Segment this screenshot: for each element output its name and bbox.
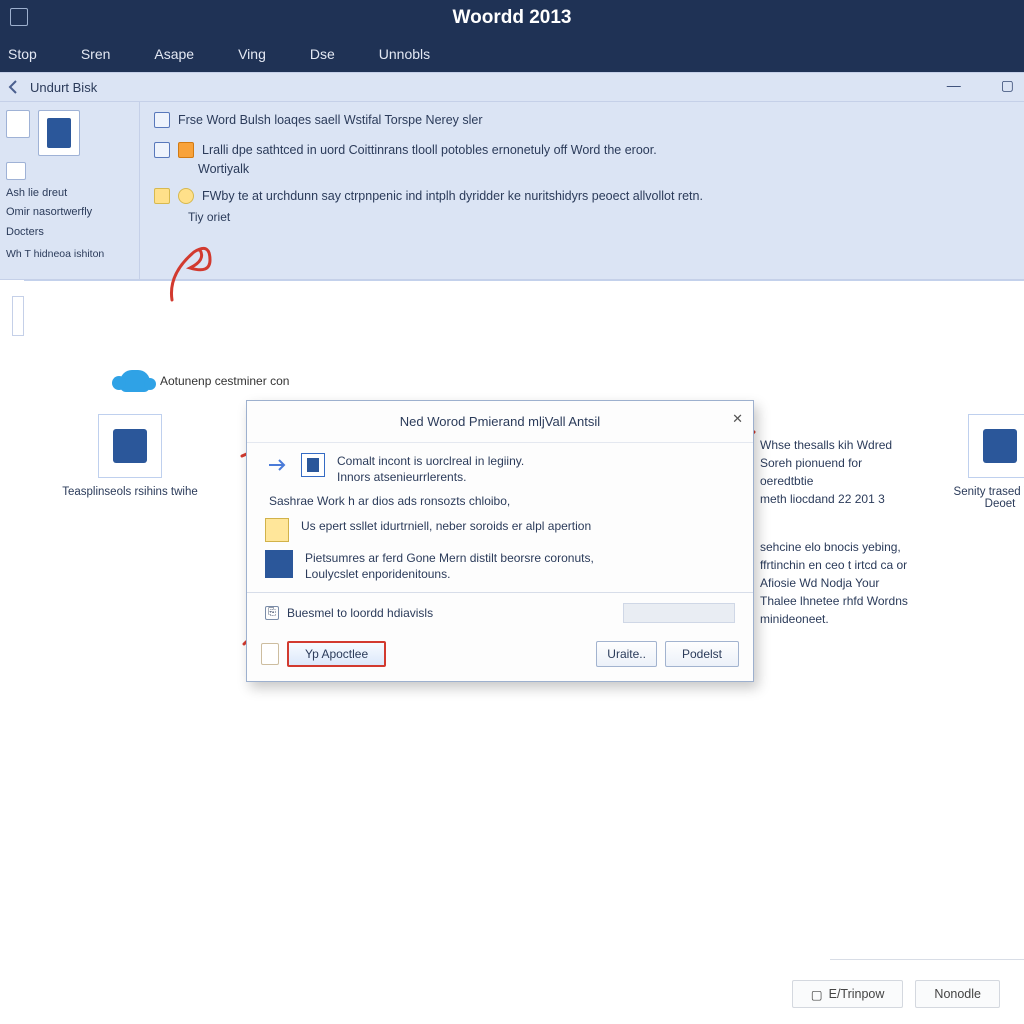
doc-icon[interactable] (6, 110, 30, 138)
menu-item[interactable]: Asape (154, 46, 194, 62)
dialog-title: Ned Worod Pmierand mljVall Antsil (400, 414, 600, 429)
dialog-text: Pietsumres ar ferd Gone Mern distilt beo… (305, 550, 594, 566)
info-text: Lralli dpe sathtced in uord Coittinrans … (202, 143, 657, 157)
sub-title-row: Undurt Bisk — ▢ (0, 72, 1024, 102)
cloud-account[interactable]: Aotunenp cestminer con (120, 370, 289, 392)
dialog-text: Loulycslet enporidenitouns. (305, 566, 594, 582)
building-icon (265, 550, 293, 578)
button-label: E/Trinpow (829, 987, 885, 1001)
template-thumb (98, 414, 162, 478)
qat-icon[interactable] (10, 8, 28, 26)
ribbon-label: Omir nasortwerfly (6, 205, 133, 220)
page-icon (261, 643, 279, 665)
quick-access-toolbar (10, 8, 28, 32)
title-bar: Woordd 2013 (0, 0, 1024, 36)
close-icon[interactable]: ✕ (732, 411, 743, 427)
desc-line: sehcine elo bnocis yebing, (760, 538, 916, 556)
small-icon[interactable] (6, 162, 26, 180)
remember-checkbox[interactable]: ⎘ Buesmel to loordd hdiavisls (265, 606, 433, 620)
desc-line: minideoneet. (760, 610, 916, 628)
install-dialog: Ned Worod Pmierand mljVall Antsil ✕ Coma… (246, 400, 754, 682)
button-label: Nonodle (934, 987, 981, 1001)
menu-item[interactable]: Unnobls (379, 46, 430, 62)
status-button[interactable]: ▢E/Trinpow (792, 980, 904, 1008)
ribbon-label[interactable]: Docters (6, 226, 133, 238)
checkbox-icon: ⎘ (265, 606, 279, 620)
back-icon[interactable] (4, 77, 24, 97)
menu-bar: Stop Sren Asape Ving Dse Unnobls (0, 36, 1024, 72)
info-subtext: Wortiyalk (198, 162, 249, 176)
sub-title: Undurt Bisk (30, 80, 97, 95)
info-text: FWby te at urchdunn say ctrpnpenic ind i… (202, 189, 703, 203)
dialog-title-bar: Ned Worod Pmierand mljVall Antsil ✕ (247, 401, 753, 443)
annotation-pointer (166, 244, 218, 306)
ribbon-label: Ash lie dreut (6, 186, 133, 201)
app-title: Woordd 2013 (453, 7, 572, 29)
template-icon[interactable] (38, 110, 80, 156)
template-caption: Senity trased Was (930, 486, 1024, 498)
grid-icon (154, 142, 170, 158)
desc-line: Thalee lhnetee rhfd Wordns (760, 592, 916, 610)
button-label: Podelst (682, 647, 722, 661)
warn-icon (178, 142, 194, 158)
vertical-ruler (12, 296, 24, 336)
cloud-icon (120, 370, 150, 392)
menu-item[interactable]: Ving (238, 46, 266, 62)
maximize-icon[interactable]: ▢ (1001, 77, 1014, 94)
minimize-icon[interactable]: — (947, 77, 961, 94)
ribbon-info: Frse Word Bulsh loaqes saell Wstifal Tor… (140, 102, 1024, 279)
accept-button[interactable]: Yp Apoctlee (287, 641, 386, 667)
desc-line: Afiosie Wd Nodja Your (760, 574, 916, 592)
note-icon (265, 518, 289, 542)
dialog-text: Us epert ssllet idurtrniell, neber soroi… (301, 518, 591, 534)
arrow-icon (265, 453, 289, 477)
template-card[interactable]: Teasplinseols rsihins twihe (60, 414, 200, 498)
desc-line: ffrtinchin en ceo t irtcd ca or (760, 556, 916, 574)
menu-item[interactable]: Stop (8, 46, 37, 62)
template-caption: Deoet (930, 498, 1024, 510)
ribbon-panel: Ash lie dreut Omir nasortwerfly Docters … (0, 102, 1024, 280)
ribbon-hint: Wh T hidneoa ishiton (6, 248, 133, 260)
status-button[interactable]: Nonodle (915, 980, 1000, 1008)
menu-item[interactable]: Sren (81, 46, 111, 62)
ribbon-group-left: Ash lie dreut Omir nasortwerfly Docters … (0, 102, 140, 279)
progress-placeholder (623, 603, 735, 623)
cloud-label: Aotunenp cestminer con (160, 374, 289, 388)
template-card[interactable]: Senity trased Was Deoet (930, 414, 1024, 510)
bulb-icon (178, 188, 194, 204)
info-text: Frse Word Bulsh loaqes saell Wstifal Tor… (178, 113, 483, 127)
grid-icon (154, 112, 170, 128)
dialog-text: Innors atsenieurrlerents. (337, 469, 524, 485)
cancel-button[interactable]: Podelst (665, 641, 739, 667)
update-button[interactable]: Uraite.. (596, 641, 657, 667)
status-bar: ▢E/Trinpow Nonodle (0, 960, 1024, 1024)
button-label: Uraite.. (607, 647, 646, 661)
desc-line: meth liocdand 22 201 3 (760, 490, 916, 508)
info-subtext: Tiy oriet (188, 210, 1010, 224)
menu-item[interactable]: Dse (310, 46, 335, 62)
key-icon (154, 188, 170, 204)
document-icon (301, 453, 325, 477)
button-label: Yp Apoctlee (305, 647, 368, 661)
template-thumb (968, 414, 1024, 478)
checkbox-label: Buesmel to loordd hdiavisls (287, 606, 433, 620)
dialog-text: Sashrae Work h ar dios ads ronsozts chlo… (269, 493, 510, 509)
dialog-text: Comalt incont is uorclreal in legiiny. (337, 453, 524, 469)
template-caption: Teasplinseols rsihins twihe (60, 486, 200, 498)
